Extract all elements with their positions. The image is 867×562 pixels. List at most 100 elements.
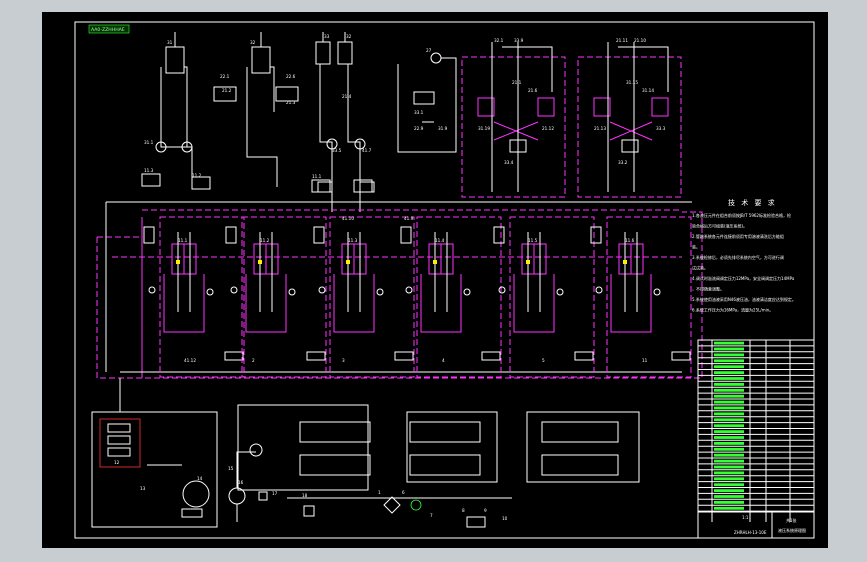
valve-section: 11.1	[143, 216, 245, 378]
parts-row	[714, 453, 744, 457]
component-label: 41.12	[184, 358, 196, 363]
parts-row	[714, 424, 744, 428]
pressure-gauge-group	[397, 52, 457, 153]
parts-row	[714, 371, 744, 374]
parts-row	[714, 471, 744, 475]
pilot-block-left	[461, 42, 566, 198]
parts-row	[714, 442, 744, 445]
valve-sections: 11.1 11.2 11.3 11.4 11.5 11.6	[143, 216, 692, 378]
parts-row	[714, 353, 744, 357]
pilot-block-right	[577, 42, 682, 198]
valve-section: 11.6	[590, 216, 692, 378]
component-label: 11.1	[312, 174, 322, 179]
valve-indicator-icon	[346, 260, 350, 264]
tech-note: 5.系统使用油液采用N46液压油，油液清洁度应达到规定。	[692, 296, 796, 302]
parts-row	[714, 477, 744, 481]
tech-note: 3.系统检修后，必须先排尽系统内空气，方可进行调	[692, 254, 784, 260]
component-label: 33.9	[514, 38, 524, 43]
parts-list	[697, 339, 815, 539]
tech-note: 6.系统工作压力为16MPa，流量为25L/min。	[692, 307, 773, 313]
component-label: 41.10	[342, 216, 354, 221]
parts-row	[714, 377, 744, 380]
component-label: 13	[140, 486, 146, 491]
component-label: 15	[228, 466, 234, 471]
component-label: 31.15	[626, 80, 638, 85]
tech-note: 1.各液压元件在组合前须按JB/T 5962标准检验合格，检	[692, 212, 791, 218]
parts-row	[714, 406, 744, 410]
component-label: 33.2	[618, 160, 628, 165]
parts-row	[714, 412, 744, 416]
tech-note: 验合格后方可组装(液压系统)。	[692, 223, 747, 229]
component-label: 7	[430, 513, 433, 518]
valve-indicator-icon	[526, 260, 530, 264]
cad-viewport[interactable]: AA0-ZZHHHAE 11.1 11.2 11.3 11.4 11.5 11.…	[42, 12, 828, 548]
component-label: 11.3	[144, 168, 154, 173]
component-label: 32	[250, 40, 256, 45]
parts-row	[714, 341, 744, 345]
component-label: 1	[378, 490, 381, 495]
component-label: 33	[324, 34, 330, 39]
component-label: 17	[272, 491, 278, 496]
valve-indicator-icon	[258, 260, 262, 264]
valve-section: 11.2	[225, 216, 327, 378]
tech-note: 试试验。	[692, 265, 708, 271]
component-label: 14	[197, 476, 203, 481]
component-label: 33.5	[332, 148, 342, 153]
component-label: 21.10	[634, 38, 646, 43]
component-label: 21.4	[342, 94, 352, 99]
parts-row	[714, 436, 744, 439]
parts-row	[714, 383, 744, 386]
component-label: 31.9	[438, 126, 448, 131]
component-label: 21.12	[542, 126, 554, 131]
parts-row	[714, 489, 744, 492]
component-label: 21.6	[528, 88, 538, 93]
component-label: 31.1	[144, 140, 154, 145]
component-label: 41.7	[362, 148, 372, 153]
component-label: 33.4	[504, 160, 514, 165]
component-label: 22.9	[414, 126, 424, 131]
cylinder-group-3	[315, 32, 375, 212]
parts-row	[714, 465, 744, 469]
component-label: 21.13	[594, 126, 606, 131]
valve-label: 11.3	[348, 238, 358, 243]
valve-label: 11.6	[625, 238, 635, 243]
tech-title: 技 术 要 求	[728, 198, 777, 207]
component-label: 2	[252, 358, 255, 363]
component-label: 9	[484, 508, 487, 513]
hydraulic-schematic: AA0-ZZHHHAE 11.1 11.2 11.3 11.4 11.5 11.…	[74, 21, 815, 539]
component-label: 11	[642, 358, 648, 363]
component-label: 32	[346, 34, 352, 39]
parts-row	[714, 347, 744, 351]
component-label: 31.14	[642, 88, 654, 93]
cylinder-group-1	[155, 32, 193, 187]
component-label: 33.3	[656, 126, 666, 131]
component-label: 11.2	[192, 173, 202, 178]
parts-row	[714, 483, 744, 487]
component-label: 41.9	[404, 216, 414, 221]
tech-note: 装。	[692, 244, 700, 250]
component-label: 21.3	[286, 100, 296, 105]
component-label: 3	[342, 358, 345, 363]
valve-indicator-icon	[433, 260, 437, 264]
parts-row	[714, 506, 744, 510]
title-block-sheet: 共1张	[786, 517, 797, 523]
parts-row	[714, 495, 744, 498]
component-label: 31.19	[478, 126, 490, 131]
component-label: 18	[302, 493, 308, 498]
parts-row	[714, 501, 744, 504]
component-label: 21.11	[616, 38, 628, 43]
component-labels: 31 3233 3231.122.1 22.621.221.321.411.311.2…	[114, 34, 666, 521]
power-unit	[91, 378, 268, 528]
valve-indicator-icon	[176, 260, 180, 264]
bottom-valve-groups	[237, 404, 640, 528]
component-label: 16	[238, 480, 244, 485]
component-label: 27	[426, 48, 432, 53]
cylinder-group-2	[213, 32, 299, 187]
component-label: 5	[542, 358, 545, 363]
component-label: 21.1	[512, 80, 522, 85]
parts-row	[714, 400, 744, 404]
title-block-name: 液压系统原理图	[778, 527, 806, 533]
parts-row	[714, 447, 744, 451]
component-label: 10	[502, 516, 508, 521]
valve-label: 11.2	[260, 238, 270, 243]
